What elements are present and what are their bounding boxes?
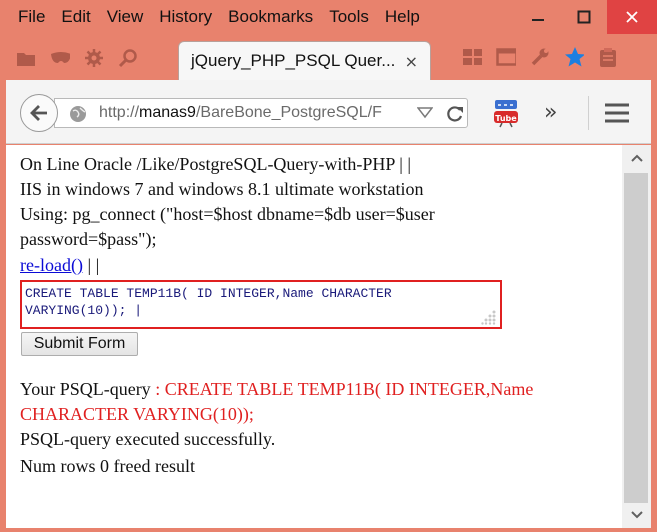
menu-bar: File Edit View History Bookmarks Tools H… [10,5,428,29]
tabbar-left-icons [16,48,138,68]
reload-suffix: | | [82,255,100,275]
nav-separator [588,96,589,130]
scroll-down-button[interactable] [622,502,651,528]
page-content: On Line Oracle /Like/PostgreSQL-Query-wi… [6,145,622,528]
tabbar-right-icons [462,47,618,67]
clipboard-icon[interactable] [598,47,618,67]
minimize-button[interactable] [515,0,561,34]
maximize-icon [577,10,591,24]
gear-icon[interactable] [84,48,104,68]
url-text[interactable]: http://manas9/BareBone_PostgreSQL/F [99,104,409,122]
maximize-button[interactable] [561,0,607,34]
svg-text:Tube: Tube [495,114,517,123]
window-controls [515,0,657,34]
youtube-icon[interactable]: Tube [490,98,524,128]
wrench-icon[interactable] [530,47,550,67]
grid-icon[interactable] [462,47,482,67]
title-bar: File Edit View History Bookmarks Tools H… [0,0,657,36]
mask-icon[interactable] [50,48,70,68]
tab-title: jQuery_PHP_PSQL Quer... [191,51,396,70]
sql-query-value[interactable]: CREATE TABLE TEMP11B( ID INTEGER,Name CH… [25,285,495,319]
tab-active[interactable]: jQuery_PHP_PSQL Quer... × [178,41,431,81]
search-icon[interactable] [118,48,138,68]
intro-line-1: On Line Oracle /Like/PostgreSQL-Query-wi… [20,154,411,174]
overflow-button[interactable]: » [544,100,557,125]
scroll-up-button[interactable] [622,145,651,171]
close-window-button[interactable] [607,0,657,34]
reload-icon[interactable] [445,104,465,124]
star-icon[interactable] [564,47,584,67]
status-rows: Num rows 0 freed result [20,456,195,476]
query-echo-line: Your PSQL-query : CREATE TABLE TEMP11B( … [20,379,533,400]
scroll-up-icon [630,154,643,162]
intro-line-3: Using: pg_connect ("host=$host dbname=$d… [20,204,435,224]
query-value-2: CHARACTER VARYING(10)); [20,404,254,424]
reload-link[interactable]: re-load() [20,255,83,275]
folder-icon[interactable] [16,48,36,68]
menu-help[interactable]: Help [377,5,428,29]
window-icon[interactable] [496,47,516,67]
dropdown-icon[interactable] [417,107,433,119]
tab-bar: jQuery_PHP_PSQL Quer... × [0,36,657,81]
back-arrow-icon [30,105,47,121]
minimize-icon [532,19,544,21]
submit-form-button[interactable]: Submit Form [21,332,138,356]
intro-line-2: IIS in windows 7 and windows 8.1 ultimat… [20,179,424,199]
menu-edit[interactable]: Edit [53,5,98,29]
intro-line-4: password=$pass"); [20,229,157,249]
query-label: Your PSQL-query [20,379,156,399]
close-icon [626,11,638,23]
menu-file[interactable]: File [10,5,53,29]
navigation-bar: http://manas9/BareBone_PostgreSQL/F Tube… [6,80,651,144]
globe-icon [70,106,86,122]
status-success: PSQL-query executed successfully. [20,429,276,449]
hamburger-menu-icon[interactable] [604,102,630,124]
scroll-down-icon [630,511,643,519]
vertical-scrollbar[interactable] [622,145,651,528]
sql-query-textarea[interactable]: CREATE TABLE TEMP11B( ID INTEGER,Name CH… [20,280,502,329]
back-button[interactable] [20,94,58,132]
query-value-1: : CREATE TABLE TEMP11B( ID INTEGER,Name [155,379,534,399]
menu-tools[interactable]: Tools [321,5,377,29]
menu-bookmarks[interactable]: Bookmarks [220,5,321,29]
reload-line: re-load() | | [20,255,99,276]
url-bar[interactable]: http://manas9/BareBone_PostgreSQL/F [54,98,468,128]
scrollbar-thumb[interactable] [624,173,648,503]
menu-view[interactable]: View [99,5,152,29]
menu-history[interactable]: History [151,5,220,29]
resize-grip-icon[interactable] [481,309,497,325]
tab-close-button[interactable]: × [405,52,418,71]
